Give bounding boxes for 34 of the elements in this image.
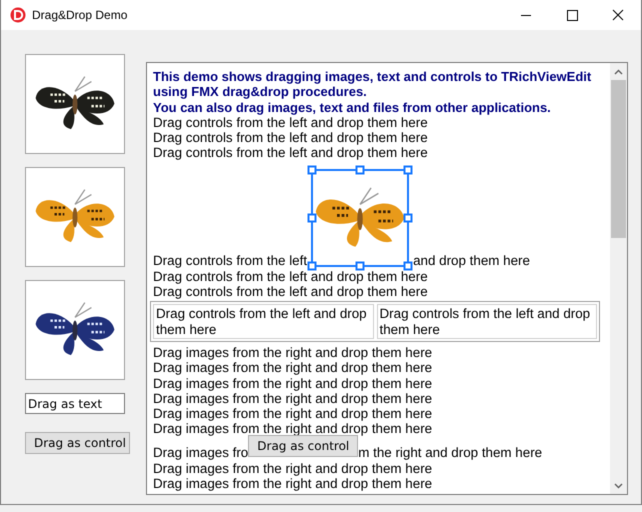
text-line: Drag images from the right and drop them here bbox=[153, 476, 434, 492]
text-field[interactable]: Drag as text bbox=[25, 393, 125, 414]
window-title: Drag&Drop Demo bbox=[32, 8, 128, 22]
drag-button[interactable]: Drag as control bbox=[248, 434, 358, 457]
text-line: Drag images from the right and drop them here bbox=[153, 406, 434, 422]
text-line: Drag controls from the left and drop them here bbox=[153, 145, 429, 161]
app-logo-icon bbox=[10, 7, 26, 23]
table-cell: Drag controls from the left and drop them here bbox=[376, 304, 597, 339]
scrollbar[interactable] bbox=[610, 63, 627, 494]
text-line: Drag images from the right and drop them here bbox=[153, 390, 434, 406]
text-line: Drag controls from the left and drop them here bbox=[153, 114, 429, 130]
text-line: Drag images fro bbox=[153, 445, 248, 461]
scrollbar-thumb[interactable] bbox=[611, 80, 626, 238]
scroll-up-icon[interactable] bbox=[614, 69, 623, 75]
image-frame[interactable] bbox=[25, 54, 125, 154]
intro-text: You can also drag images, text and files from other applications. bbox=[153, 100, 552, 115]
butterfly-drawing[interactable] bbox=[307, 164, 414, 271]
intro-text: This demo shows dragging images, text and controls to TRichViewEdit using FMX drag&drop procedures. bbox=[153, 69, 592, 100]
text-line: Drag images from the right and drop them here bbox=[153, 421, 434, 437]
rich-text-editor[interactable] bbox=[146, 62, 628, 495]
text-line: and drop them here bbox=[413, 253, 530, 269]
table-cell: Drag controls from the left and drop them here bbox=[153, 304, 374, 339]
text-line: Drag images from the right and drop them here bbox=[153, 360, 434, 376]
scroll-down-icon[interactable] bbox=[614, 483, 623, 489]
text-line: Drag images from the right and drop them here bbox=[153, 460, 434, 476]
text-line: Drag controls from the left and drop them here bbox=[153, 268, 429, 284]
drag-button[interactable]: Drag as control bbox=[25, 432, 130, 454]
image-frame[interactable] bbox=[25, 280, 125, 380]
text-line: m the right and drop them here bbox=[358, 445, 542, 461]
text-line: Drag controls from the left and drop them here bbox=[153, 130, 429, 146]
text-line: Drag images from the right and drop them here bbox=[153, 344, 434, 360]
text-line: Drag controls from the left bbox=[153, 253, 308, 269]
text-line: Drag images from the right and drop them here bbox=[153, 376, 434, 391]
text-line: Drag controls from the left and drop them here bbox=[153, 284, 429, 300]
